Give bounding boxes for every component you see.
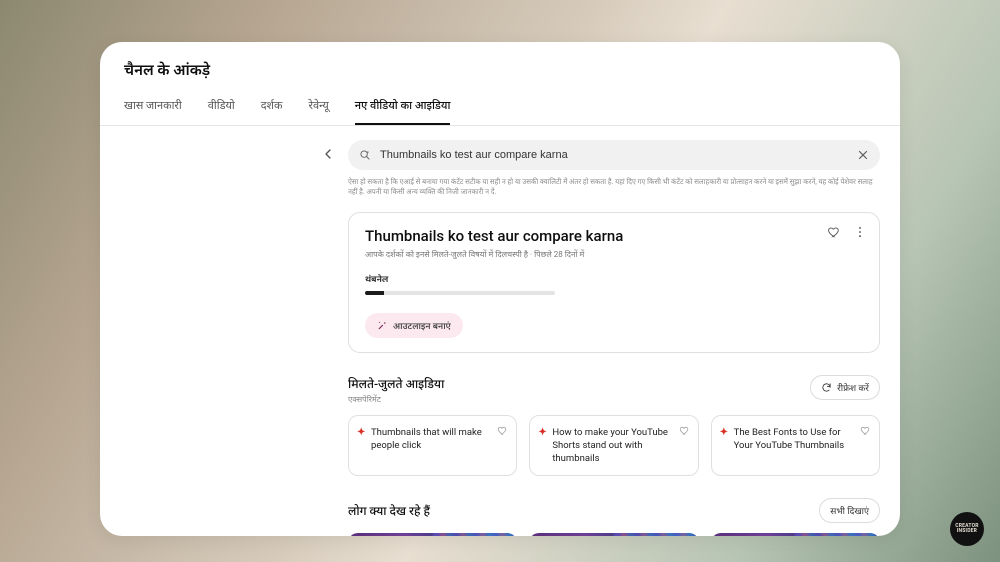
tab-video[interactable]: वीडियो [208, 98, 235, 125]
related-idea-text: The Best Fonts to Use for Your YouTube T… [734, 427, 844, 451]
video-row: THIS WEEK AT YOUTUBE CREATOR INSIDER 1:5… [348, 533, 880, 536]
video-thumbnail[interactable]: THIS WEEK AT YOUTUBE CREATOR INSIDER 1:2… [711, 533, 880, 536]
heart-icon [860, 425, 871, 436]
sparkle-search-icon [358, 148, 372, 162]
related-idea[interactable]: ✦ Thumbnails that will make people click [348, 415, 517, 477]
refresh-ideas-button[interactable]: रीफ्रेश करें [810, 375, 880, 400]
creator-insider-badge: CREATOR INSIDER [950, 512, 984, 546]
content: ऐसा हो सकता है कि एआई से बनाया गया कंटें… [348, 140, 880, 536]
refresh-icon [821, 382, 832, 393]
clear-search-button[interactable] [856, 148, 870, 162]
video-thumbnail[interactable]: THIS WEEK AT YOUTUBE CREATOR INSIDER 1:5… [348, 533, 517, 536]
create-outline-button[interactable]: आउटलाइन बनाएं [365, 313, 463, 338]
page-title: चैनल के आंकड़े [100, 42, 900, 84]
video-thumbnail[interactable]: THIS WEEK AT YOUTUBE CREATOR INSIDER 1:2… [529, 533, 698, 536]
related-idea-text: Thumbnails that will make people click [371, 427, 482, 451]
more-vert-icon [853, 225, 867, 239]
save-idea-button[interactable] [497, 425, 508, 436]
thumbnail-bg [795, 533, 880, 536]
search-bar[interactable] [348, 140, 880, 170]
refresh-label: रीफ्रेश करें [837, 381, 869, 394]
related-idea[interactable]: ✦ The Best Fonts to Use for Your YouTube… [711, 415, 880, 477]
analytics-panel: चैनल के आंकड़े खास जानकारी वीडियो दर्शक … [100, 42, 900, 536]
watching-title: लोग क्या देख रहे हैं [348, 502, 430, 519]
close-icon [856, 148, 870, 162]
sparkle-icon: ✦ [538, 426, 546, 440]
back-button[interactable] [318, 144, 338, 164]
scroll-area[interactable]: ऐसा हो सकता है कि एआई से बनाया गया कंटें… [100, 126, 900, 536]
related-title: मिलते-जुलते आइडिया [348, 375, 444, 392]
watching-header: लोग क्या देख रहे हैं सभी दिखाएं [348, 498, 880, 523]
show-all-button[interactable]: सभी दिखाएं [819, 498, 880, 523]
heart-icon [679, 425, 690, 436]
sparkle-icon: ✦ [357, 426, 365, 440]
heart-icon [497, 425, 508, 436]
heart-icon [827, 225, 841, 239]
save-idea-button[interactable] [679, 425, 690, 436]
sparkle-icon: ✦ [720, 426, 728, 440]
tab-audience[interactable]: दर्शक [261, 98, 283, 125]
related-idea-text: How to make your YouTube Shorts stand ou… [552, 427, 668, 465]
related-header: मिलते-जुलते आइडिया एक्सपेरिमेंट रीफ्रेश … [348, 375, 880, 405]
save-idea-button[interactable] [827, 225, 841, 239]
wand-icon [377, 320, 387, 330]
arrow-left-icon [320, 146, 336, 162]
related-idea[interactable]: ✦ How to make your YouTube Shorts stand … [529, 415, 698, 477]
related-ideas-row: ✦ Thumbnails that will make people click… [348, 415, 880, 477]
idea-menu-button[interactable] [853, 225, 867, 239]
thumbnail-bg [614, 533, 699, 536]
save-idea-button[interactable] [860, 425, 871, 436]
search-input[interactable] [380, 149, 848, 161]
tag-meter [365, 291, 555, 295]
tab-revenue[interactable]: रेवेन्यू [309, 98, 329, 125]
tab-overview[interactable]: खास जानकारी [124, 98, 182, 125]
ai-disclaimer: ऐसा हो सकता है कि एआई से बनाया गया कंटें… [348, 178, 880, 198]
thumbnail-bg [433, 533, 518, 536]
idea-tag: थंबनेल [365, 272, 863, 285]
create-outline-label: आउटलाइन बनाएं [393, 319, 451, 332]
idea-title: Thumbnails ko test aur compare karna [365, 227, 863, 245]
main-idea-card: Thumbnails ko test aur compare karna आपक… [348, 212, 880, 353]
tabs: खास जानकारी वीडियो दर्शक रेवेन्यू नए वीड… [100, 84, 900, 126]
idea-subtitle: आपके दर्शकों को इनसे मिलते-जुलते विषयों … [365, 249, 863, 260]
tab-new-video-idea[interactable]: नए वीडियो का आइडिया [355, 98, 451, 125]
related-subtitle: एक्सपेरिमेंट [348, 394, 444, 405]
